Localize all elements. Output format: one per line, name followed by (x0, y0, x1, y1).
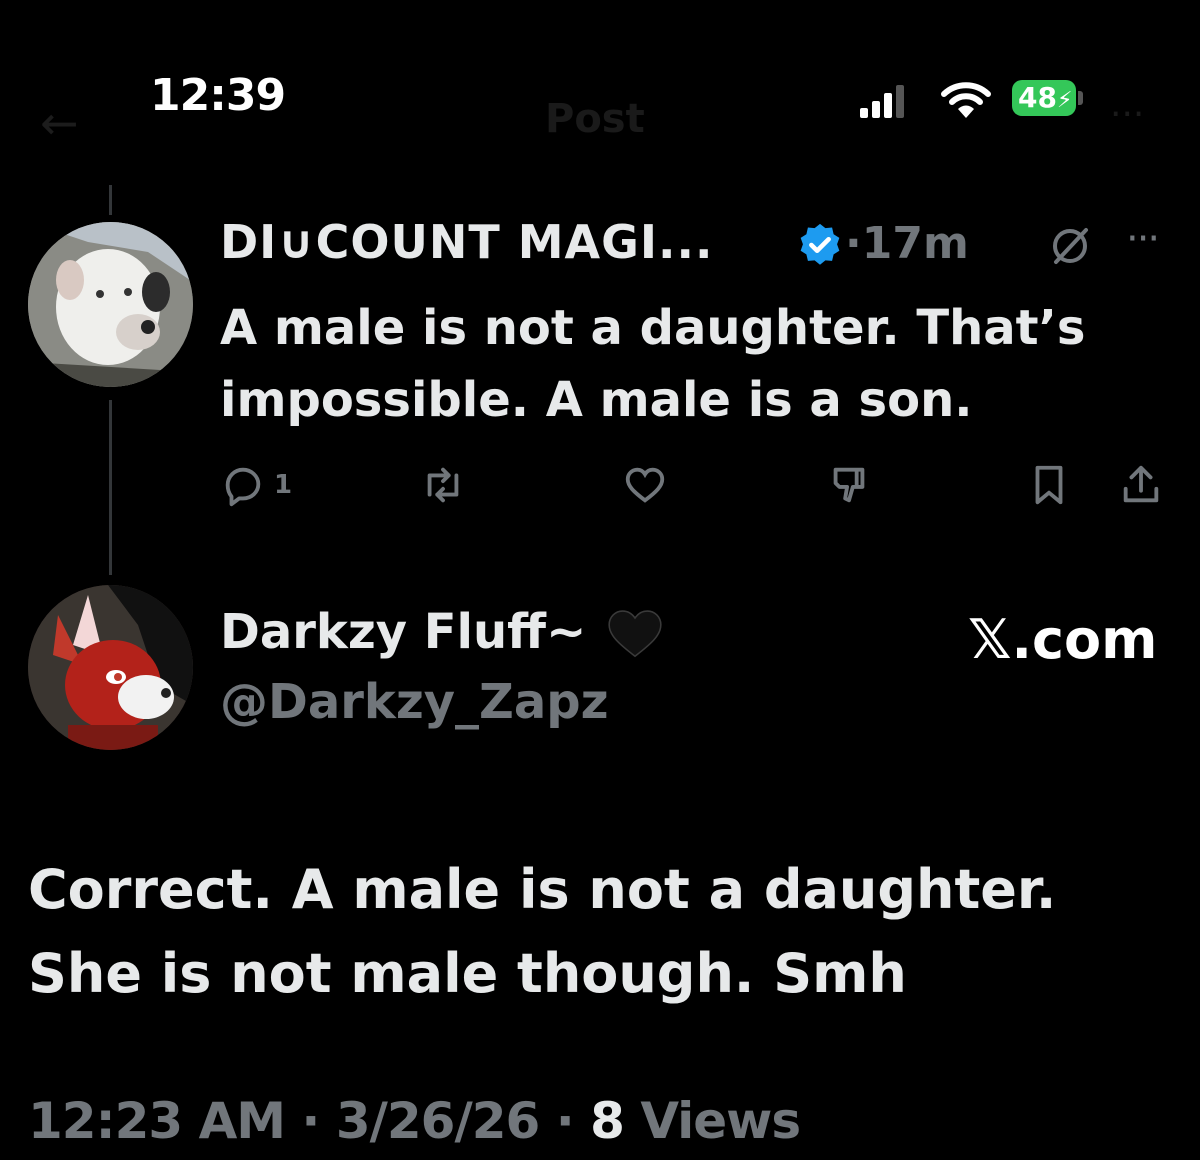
post-timestamp: 12:23 AM · 3/26/26 · (28, 1092, 591, 1150)
dog-avatar-image (28, 222, 193, 387)
reply-icon (225, 467, 261, 507)
reply-count: 1 (274, 470, 293, 500)
post-text: A male is not a daughter. That’s impossi… (220, 300, 1086, 428)
charging-icon: ⚡ (1056, 88, 1073, 113)
bookmark-icon (1035, 465, 1063, 505)
reply-button[interactable]: 1 (220, 460, 292, 510)
post-text: Correct. A male is not a daughter. She i… (28, 858, 1057, 1005)
fox-avatar-image (28, 585, 193, 750)
dislike-button[interactable] (826, 460, 872, 510)
grok-icon[interactable] (1048, 224, 1092, 268)
more-options-icon[interactable]: ··· (1126, 216, 1160, 262)
verified-badge-icon (800, 223, 840, 265)
black-heart-icon (608, 610, 662, 658)
post-time: ·17m (845, 218, 969, 269)
like-button[interactable] (622, 460, 668, 510)
back-arrow-icon[interactable]: ← (40, 96, 79, 150)
status-time: 12:39 (150, 70, 286, 121)
x-com-watermark: 𝕏.com (968, 608, 1158, 671)
battery-tip (1078, 91, 1083, 105)
share-icon (1123, 465, 1159, 503)
thread-line-top (109, 185, 112, 215)
avatar[interactable] (28, 585, 193, 750)
retweet-button[interactable] (420, 460, 466, 510)
user-handle[interactable]: @Darkzy_Zapz (220, 674, 609, 730)
page-title: Post (545, 96, 645, 142)
display-name[interactable]: DI∪COUNT MAGI... (220, 215, 713, 269)
wifi-icon (941, 82, 991, 118)
more-icon[interactable]: ··· (1110, 94, 1144, 135)
battery-indicator: 48⚡ (1012, 80, 1076, 116)
battery-level: 48 (1018, 81, 1057, 114)
post-meta: 12:23 AM · 3/26/26 · 8 Views (28, 1092, 801, 1150)
retweet-icon (427, 467, 459, 503)
share-button[interactable] (1118, 460, 1164, 510)
like-icon (625, 467, 665, 503)
dislike-icon (833, 467, 865, 503)
views-label: Views (623, 1092, 801, 1150)
views-count[interactable]: 8 (590, 1092, 625, 1150)
display-name[interactable]: Darkzy Fluff~ (220, 604, 586, 660)
bookmark-button[interactable] (1026, 460, 1072, 510)
signal-icon (860, 85, 904, 118)
thread-line (109, 400, 112, 575)
avatar[interactable] (28, 222, 193, 387)
